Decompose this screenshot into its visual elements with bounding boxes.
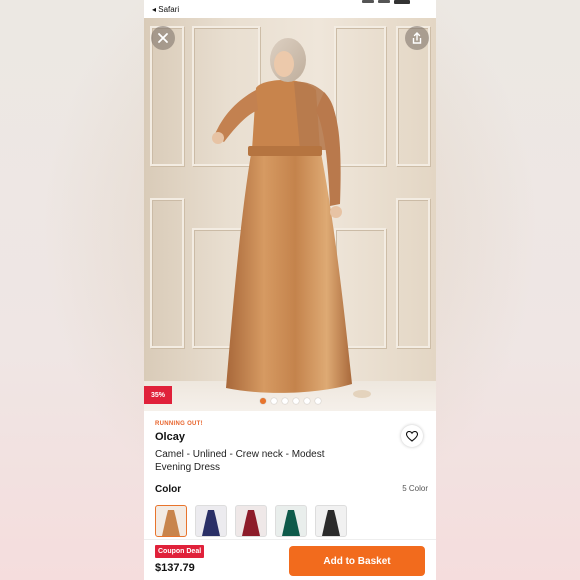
- dress-thumbnail-icon: [282, 510, 300, 536]
- swatch-black[interactable]: [315, 505, 347, 537]
- heart-icon: [406, 430, 418, 442]
- dress-thumbnail-icon: [162, 510, 180, 536]
- dress-photo: [212, 38, 371, 398]
- swatch-burgundy[interactable]: [235, 505, 267, 537]
- carousel-dot[interactable]: [282, 398, 288, 404]
- share-icon: [412, 32, 422, 44]
- carousel-dots[interactable]: [260, 398, 321, 404]
- battery-icon: [394, 0, 410, 4]
- carousel-dot[interactable]: [260, 398, 266, 404]
- swatch-camel[interactable]: [155, 505, 187, 537]
- product-image-carousel[interactable]: 35%: [144, 18, 436, 411]
- close-icon: [158, 33, 168, 43]
- carousel-dot[interactable]: [304, 398, 310, 404]
- favorite-button[interactable]: [401, 425, 423, 447]
- swatch-navy[interactable]: [195, 505, 227, 537]
- brand-name[interactable]: Olcay: [155, 431, 185, 443]
- carousel-dot[interactable]: [293, 398, 299, 404]
- swatch-emerald[interactable]: [275, 505, 307, 537]
- discount-badge: 35%: [144, 386, 172, 404]
- color-label: Color: [155, 484, 182, 495]
- signal-icon: [362, 0, 374, 3]
- color-count: 5 Color: [402, 484, 428, 493]
- carousel-dot[interactable]: [315, 398, 321, 404]
- product-title: Camel - Unlined - Crew neck - Modest Eve…: [155, 449, 325, 473]
- dress-thumbnail-icon: [322, 510, 340, 536]
- color-swatches: [155, 505, 347, 537]
- dress-thumbnail-icon: [202, 510, 220, 536]
- back-to-safari-link[interactable]: ◂ Safari: [152, 5, 179, 14]
- status-bar: ◂ Safari: [144, 0, 436, 18]
- add-to-basket-button[interactable]: Add to Basket: [289, 546, 425, 576]
- purchase-bar: Coupon Deal $137.79 Add to Basket: [144, 539, 436, 580]
- app-screen: ◂ Safari 35% RUNNING OUT! Olcay Camel - …: [144, 0, 436, 580]
- stock-notice: RUNNING OUT!: [155, 421, 203, 427]
- share-button[interactable]: [405, 26, 429, 50]
- close-button[interactable]: [151, 26, 175, 50]
- product-price: $137.79: [155, 562, 195, 574]
- dress-thumbnail-icon: [242, 510, 260, 536]
- coupon-badge[interactable]: Coupon Deal: [155, 545, 205, 558]
- status-icons: [362, 0, 410, 6]
- product-details: RUNNING OUT! Olcay Camel - Unlined - Cre…: [144, 411, 436, 539]
- wifi-icon: [378, 0, 390, 3]
- carousel-dot[interactable]: [271, 398, 277, 404]
